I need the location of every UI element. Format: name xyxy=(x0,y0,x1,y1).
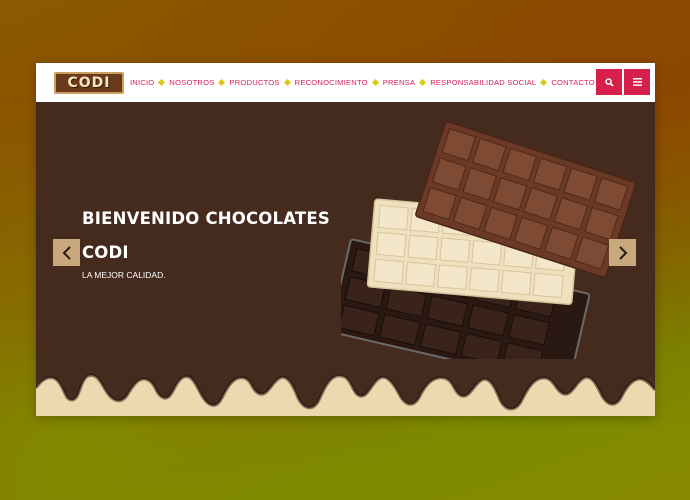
hamburger-menu-icon xyxy=(632,78,642,86)
slider-prev-button[interactable] xyxy=(53,239,80,266)
hero-title: BIENVENIDO CHOCOLATES CODI xyxy=(82,202,332,270)
nav-item-prensa[interactable]: PRENSA xyxy=(383,78,415,87)
hero-subtitle: LA MEJOR CALIDAD. xyxy=(82,270,166,280)
nav-item-contacto[interactable]: CONTACTO xyxy=(551,78,595,87)
top-navbar: CODI INICIO NOSOTROS PRODUCTOS RECONOCIM… xyxy=(36,63,655,102)
nav-item-productos[interactable]: PRODUCTOS xyxy=(229,78,279,87)
nav-action-buttons xyxy=(596,69,650,95)
hero-title-line-2: CODI xyxy=(82,243,129,262)
nav-separator xyxy=(218,78,226,87)
nav-separator xyxy=(158,78,166,87)
nav-item-reconocimiento[interactable]: RECONOCIMIENTO xyxy=(295,78,368,87)
chocolate-bars-image xyxy=(341,121,637,359)
search-button[interactable] xyxy=(596,69,622,95)
nav-separator xyxy=(419,78,427,87)
nav-separator xyxy=(371,78,379,87)
nav-separator xyxy=(540,78,548,87)
hero-slider: BIENVENIDO CHOCOLATES CODI LA MEJOR CALI… xyxy=(36,102,655,416)
chevron-right-icon xyxy=(618,245,627,260)
chevron-left-icon xyxy=(62,245,71,260)
nav-separator xyxy=(283,78,291,87)
nav-item-nosotros[interactable]: NOSOTROS xyxy=(169,78,214,87)
menu-button[interactable] xyxy=(624,69,650,95)
chocolate-drip-decoration xyxy=(36,373,655,416)
logo[interactable]: CODI xyxy=(54,71,124,94)
main-nav: INICIO NOSOTROS PRODUCTOS RECONOCIMIENTO… xyxy=(130,78,610,87)
logo-text: CODI xyxy=(67,74,111,91)
nav-item-inicio[interactable]: INICIO xyxy=(130,78,154,87)
website-frame: CODI INICIO NOSOTROS PRODUCTOS RECONOCIM… xyxy=(36,63,655,416)
slider-next-button[interactable] xyxy=(609,239,636,266)
search-icon xyxy=(604,77,614,87)
nav-item-responsabilidad-social[interactable]: RESPONSABILIDAD SOCIAL xyxy=(430,78,536,87)
hero-title-line-1: BIENVENIDO CHOCOLATES xyxy=(82,209,330,228)
